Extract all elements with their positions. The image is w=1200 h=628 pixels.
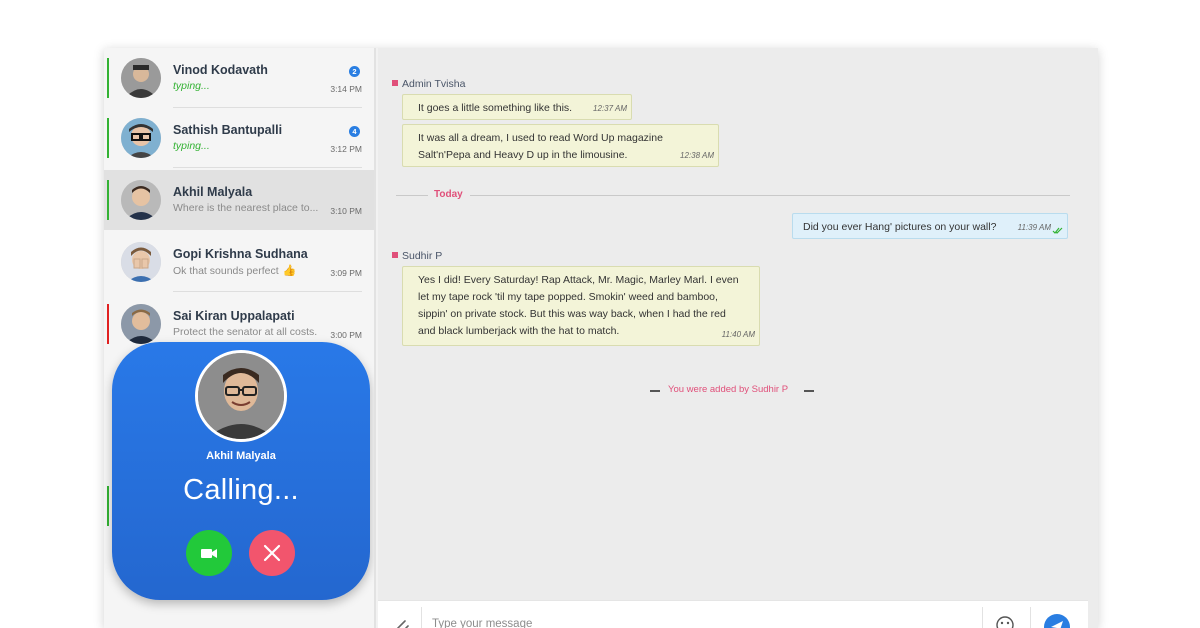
message-time: 11:40 AM bbox=[721, 330, 755, 339]
message-text: Salt'n'Pepa and Heavy D up in the limous… bbox=[418, 149, 628, 161]
message-text: It was all a dream, I used to read Word … bbox=[418, 132, 663, 144]
contact-name: Vinod Kodavath bbox=[173, 63, 268, 77]
contact-name: Sathish Bantupalli bbox=[173, 123, 283, 137]
day-separator-label: Today bbox=[434, 189, 463, 200]
status-bar bbox=[107, 486, 109, 526]
contact-name: Gopi Krishna Sudhana bbox=[173, 247, 308, 261]
accept-video-call-button[interactable] bbox=[186, 530, 232, 576]
status-bar bbox=[107, 304, 109, 344]
message-time: 12:37 AM bbox=[593, 104, 627, 113]
contact-time: 3:12 PM bbox=[330, 144, 362, 154]
message-text: sippin' on private stock. But this was w… bbox=[418, 308, 726, 320]
video-call-icon bbox=[201, 549, 217, 558]
contact-preview: Protect the senator at all costs. bbox=[173, 326, 318, 338]
sender-label: Sudhir P bbox=[392, 250, 442, 262]
message-composer bbox=[378, 600, 1088, 628]
contact-time: 3:14 PM bbox=[330, 84, 362, 94]
message-text: let my tape rock 'til my tape popped. Sm… bbox=[418, 291, 718, 303]
message-input[interactable] bbox=[432, 613, 972, 628]
message-bubble: It was all a dream, I used to read Word … bbox=[402, 124, 719, 167]
contact-preview: typing... bbox=[173, 80, 210, 92]
message-time: 11:39 AM bbox=[1017, 223, 1051, 232]
contact-name: Akhil Malyala bbox=[173, 185, 253, 199]
avatar bbox=[121, 180, 161, 220]
call-status: Calling... bbox=[183, 474, 299, 506]
avatar bbox=[121, 118, 161, 158]
message-bubble-outgoing: Did you ever Hang' pictures on your wall… bbox=[792, 213, 1068, 239]
contact-item-active[interactable]: Akhil Malyala Where is the nearest place… bbox=[104, 170, 374, 230]
send-icon bbox=[1051, 621, 1063, 628]
contact-name: Sai Kiran Uppalapati bbox=[173, 309, 295, 323]
avatar bbox=[121, 242, 161, 282]
message-time: 12:38 AM bbox=[680, 151, 714, 160]
contact-time: 3:00 PM bbox=[330, 330, 362, 340]
divider bbox=[804, 390, 814, 392]
divider bbox=[650, 390, 660, 392]
contact-time: 3:09 PM bbox=[330, 268, 362, 278]
divider bbox=[173, 167, 362, 168]
divider bbox=[1030, 607, 1031, 628]
contact-item[interactable]: Gopi Krishna Sudhana Ok that sounds perf… bbox=[104, 232, 374, 292]
message-bubble: It goes a little something like this. 12… bbox=[402, 94, 632, 120]
contact-preview: typing... bbox=[173, 140, 210, 152]
message-text: and black lumberjack with the hat to mat… bbox=[418, 325, 620, 337]
unread-badge: 4 bbox=[349, 126, 360, 137]
message-text: Did you ever Hang' pictures on your wall… bbox=[803, 221, 997, 233]
status-bar bbox=[107, 118, 109, 158]
divider bbox=[173, 291, 362, 292]
contact-preview: Ok that sounds perfect 👍 bbox=[173, 265, 297, 277]
unread-badge: 2 bbox=[349, 66, 360, 77]
avatar bbox=[121, 58, 161, 98]
chat-pane: Admin Tvisha It goes a little something … bbox=[378, 48, 1098, 628]
caller-name: Akhil Malyala bbox=[206, 450, 276, 462]
avatar bbox=[121, 304, 161, 344]
attach-icon[interactable] bbox=[390, 615, 412, 628]
divider bbox=[982, 607, 983, 628]
contact-time: 3:10 PM bbox=[330, 206, 362, 216]
sender-label: Admin Tvisha bbox=[392, 78, 465, 90]
message-text: It goes a little something like this. bbox=[418, 102, 573, 114]
caller-avatar bbox=[195, 350, 287, 442]
status-bar bbox=[107, 58, 109, 98]
message-text: Yes I did! Every Saturday! Rap Attack, M… bbox=[418, 274, 739, 286]
contact-preview: Where is the nearest place to... bbox=[173, 202, 319, 214]
contact-item[interactable]: Vinod Kodavath typing... 2 3:14 PM bbox=[104, 48, 374, 108]
sender-dot bbox=[392, 80, 398, 87]
divider bbox=[396, 195, 428, 196]
double-check-icon bbox=[1052, 227, 1063, 234]
messenger-app: Vinod Kodavath typing... 2 3:14 PM Sathi… bbox=[104, 48, 1098, 628]
close-icon bbox=[263, 544, 281, 562]
status-bar bbox=[107, 180, 109, 220]
divider bbox=[470, 195, 1070, 196]
divider bbox=[421, 607, 422, 628]
emoji-icon[interactable] bbox=[994, 614, 1016, 628]
contact-list: Vinod Kodavath typing... 2 3:14 PM Sathi… bbox=[104, 48, 376, 628]
decline-call-button[interactable] bbox=[249, 530, 295, 576]
send-button[interactable] bbox=[1044, 614, 1070, 628]
message-bubble: Yes I did! Every Saturday! Rap Attack, M… bbox=[402, 266, 760, 346]
system-message: You were added by Sudhir P bbox=[668, 384, 789, 395]
contact-item[interactable]: Sathish Bantupalli typing... 4 3:12 PM bbox=[104, 108, 374, 168]
thumbs-up-icon: 👍 bbox=[282, 265, 297, 277]
sender-dot bbox=[392, 252, 398, 259]
calling-card: Akhil Malyala Calling... bbox=[112, 342, 370, 600]
